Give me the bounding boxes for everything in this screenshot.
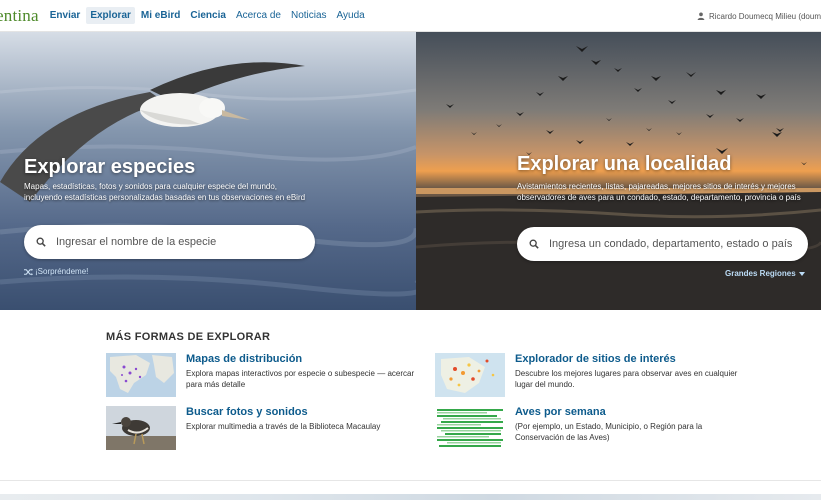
nav-item-ayuda[interactable]: Ayuda [333, 7, 369, 24]
explore-species-panel: Explorar especies Mapas, estadísticas, f… [0, 32, 416, 310]
species-search-box[interactable] [24, 225, 315, 259]
locality-search-input[interactable] [549, 238, 799, 250]
card-desc-photos-sounds: Explorar multimedia a través de la Bibli… [186, 422, 381, 431]
species-search-input[interactable] [56, 236, 296, 248]
caret-down-icon [798, 271, 805, 276]
surprise-me-link[interactable]: ¡Sorpréndeme! [24, 267, 88, 276]
card-desc-hotspot-explorer: Descubre los mejores lugares para observ… [515, 369, 738, 389]
user-name: Ricardo Doumecq Milieu (doum [708, 11, 821, 21]
locality-title: Explorar una localidad [517, 153, 732, 175]
nav-item-noticias[interactable]: Noticias [287, 7, 331, 24]
shuffle-icon [24, 268, 33, 275]
card-distribution-maps[interactable]: Mapas de distribución Explora mapas inte… [106, 353, 426, 397]
section-divider [0, 480, 821, 481]
search-icon [529, 239, 539, 249]
card-title-birds-by-week[interactable]: Aves por semana [515, 406, 606, 418]
card-desc-birds-by-week: (Por ejemplo, un Estado, Municipio, o Re… [515, 422, 703, 442]
hotspot-map-thumbnail [435, 353, 505, 397]
card-hotspot-explorer[interactable]: Explorador de sitios de interés Descubre… [435, 353, 755, 397]
bar-chart-thumbnail [435, 406, 505, 450]
top-nav: entina Enviar Explorar Mi eBird Ciencia … [0, 0, 821, 32]
card-photos-sounds[interactable]: Buscar fotos y sonidos Explorar multimed… [106, 406, 426, 450]
explore-locality-panel: Explorar una localidad Avistamientos rec… [416, 32, 821, 310]
species-description: Mapas, estadísticas, fotos y sonidos par… [24, 182, 306, 202]
grandes-regiones-label: Grandes Regiones [725, 269, 796, 278]
page: entina Enviar Explorar Mi eBird Ciencia … [0, 0, 821, 500]
nav-item-ciencia[interactable]: Ciencia [186, 7, 230, 24]
user-icon [697, 12, 705, 20]
more-ways-title: MÁS FORMAS DE EXPLORAR [106, 331, 271, 343]
search-icon [36, 237, 46, 247]
user-menu[interactable]: Ricardo Doumecq Milieu (doum [697, 0, 821, 32]
distribution-map-thumbnail [106, 353, 176, 397]
nav-item-mi-ebird[interactable]: Mi eBird [137, 7, 184, 24]
ebird-logo[interactable]: entina [0, 6, 39, 26]
nav-item-explorar[interactable]: Explorar [86, 7, 135, 24]
grandes-regiones-link[interactable]: Grandes Regiones [725, 269, 805, 278]
locality-search-box[interactable] [517, 227, 808, 261]
card-title-photos-sounds[interactable]: Buscar fotos y sonidos [186, 406, 308, 418]
species-title: Explorar especies [24, 156, 196, 178]
locality-description: Avistamientos recientes, listas, pajarea… [517, 182, 801, 202]
nav-item-acerca-de[interactable]: Acerca de [232, 7, 285, 24]
nav-item-enviar[interactable]: Enviar [46, 7, 85, 24]
card-title-hotspot-explorer[interactable]: Explorador de sitios de interés [515, 353, 676, 365]
card-birds-by-week[interactable]: Aves por semana (Por ejemplo, un Estado,… [435, 406, 755, 450]
bird-photo-thumbnail [106, 406, 176, 450]
next-section-strip [0, 494, 821, 500]
card-title-distribution-maps[interactable]: Mapas de distribución [186, 353, 302, 365]
surprise-me-label: ¡Sorpréndeme! [35, 267, 89, 276]
card-desc-distribution-maps: Explora mapas interactivos por especie o… [186, 369, 415, 389]
